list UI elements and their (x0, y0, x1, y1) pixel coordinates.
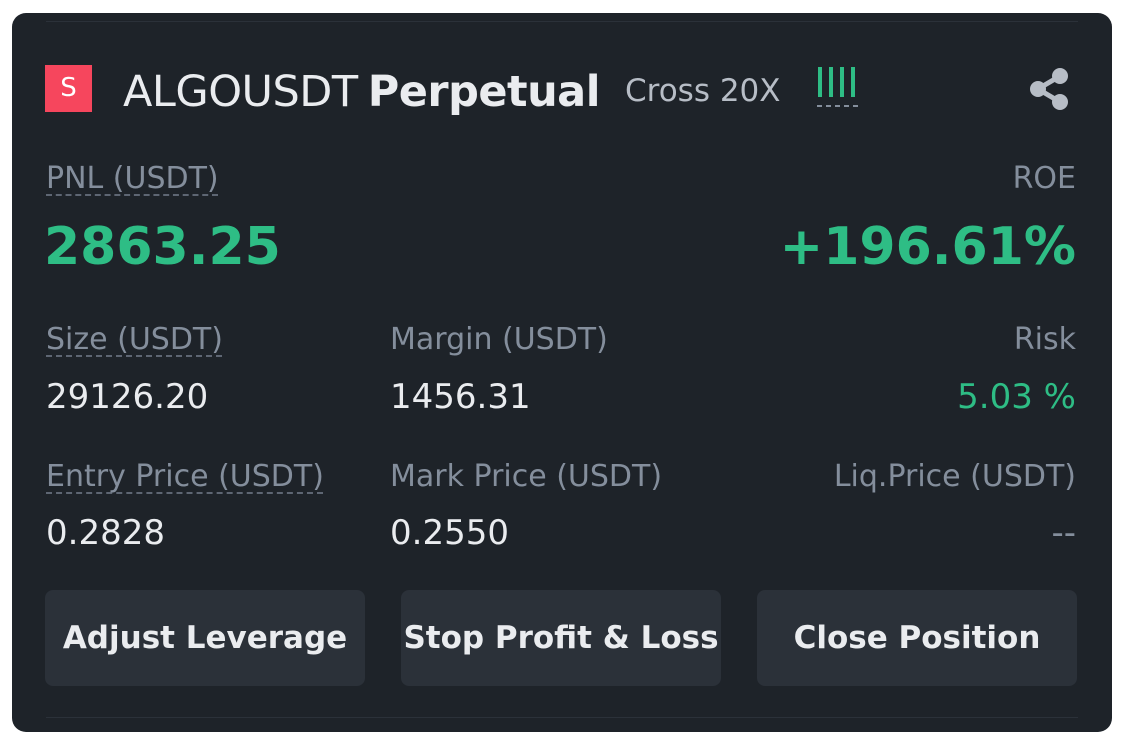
top-divider (46, 21, 1078, 22)
size-value: 29126.20 (46, 377, 209, 417)
margin-value: 1456.31 (390, 377, 531, 417)
symbol-name: ALGOUSDT (123, 67, 358, 117)
liq-price-label: Liq.Price (USDT) (833, 459, 1076, 494)
pnl-value: 2863.25 (44, 217, 281, 277)
entry-price-value: 0.2828 (46, 513, 165, 553)
liq-price-value: -- (1051, 513, 1076, 553)
side-badge: S (45, 65, 92, 112)
bottom-divider (46, 717, 1078, 718)
margin-label: Margin (USDT) (390, 322, 608, 357)
symbol-title: ALGOUSDT Perpetual (123, 67, 600, 117)
contract-type: Perpetual (367, 67, 601, 117)
stop-profit-loss-button[interactable]: Stop Profit & Loss (401, 590, 721, 686)
mark-price-label: Mark Price (USDT) (390, 459, 663, 494)
share-icon[interactable] (1027, 67, 1071, 111)
roe-value: +196.61% (779, 217, 1076, 277)
risk-bars-icon[interactable] (816, 65, 862, 109)
size-label[interactable]: Size (USDT) (46, 322, 223, 357)
risk-value: 5.03 % (957, 377, 1076, 417)
pnl-label[interactable]: PNL (USDT) (46, 161, 219, 196)
roe-label: ROE (1012, 161, 1076, 196)
risk-label: Risk (1013, 322, 1076, 357)
position-card: S ALGOUSDT Perpetual Cross 20X PNL (USDT)… (12, 13, 1112, 732)
close-position-button[interactable]: Close Position (757, 590, 1077, 686)
mark-price-value: 0.2550 (390, 513, 509, 553)
margin-mode-label[interactable]: Cross 20X (625, 73, 781, 109)
entry-price-label[interactable]: Entry Price (USDT) (46, 459, 324, 494)
adjust-leverage-button[interactable]: Adjust Leverage (45, 590, 365, 686)
position-header: S ALGOUSDT Perpetual Cross 20X (45, 65, 1079, 117)
